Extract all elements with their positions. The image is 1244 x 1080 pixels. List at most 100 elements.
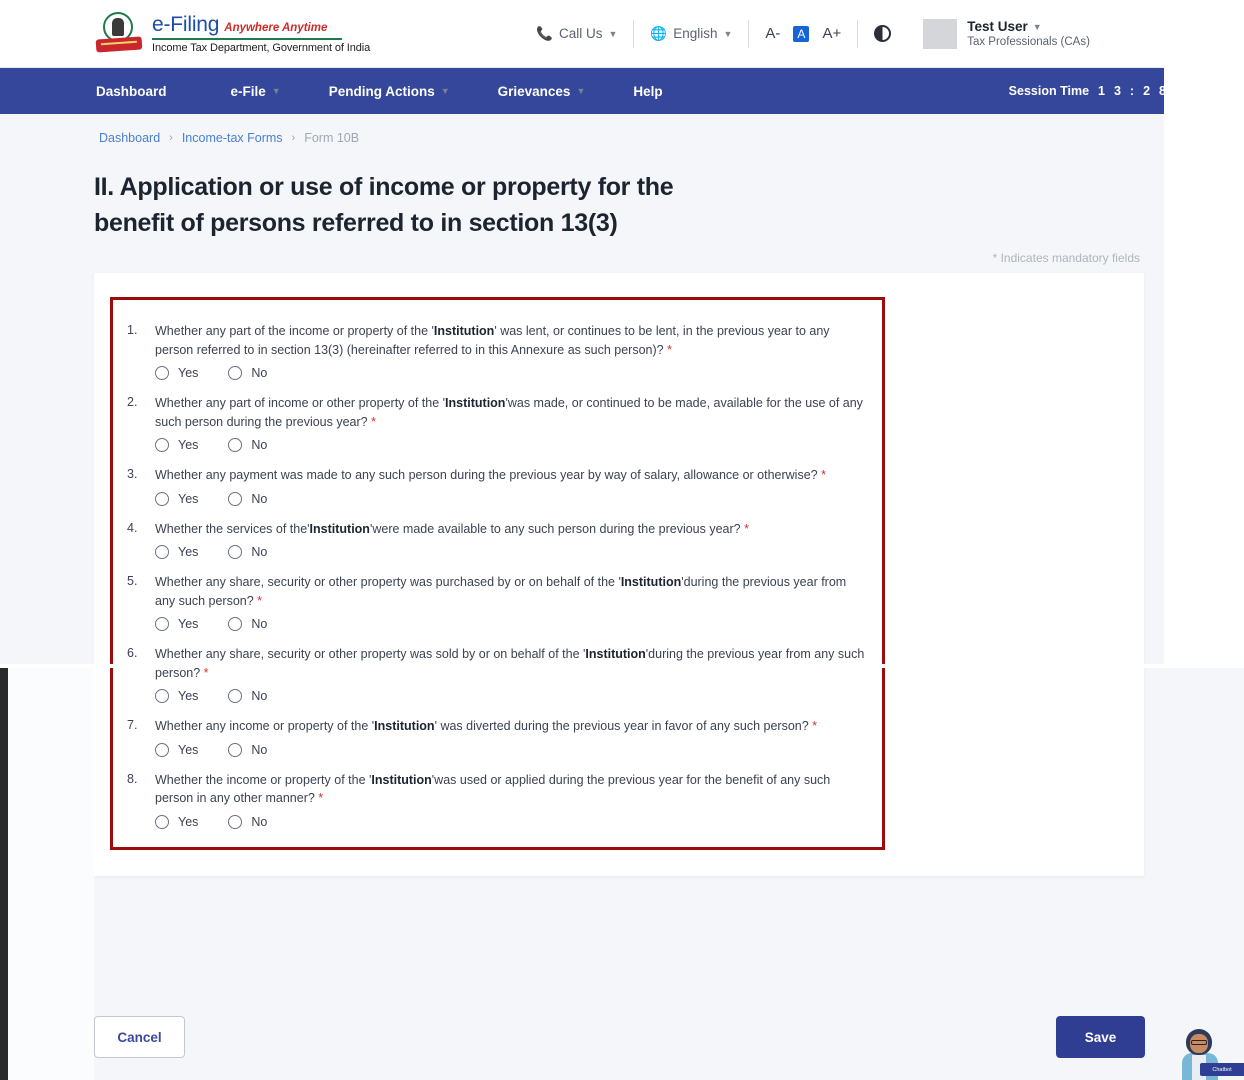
questions-list: 1.Whether any part of the income or prop… bbox=[127, 322, 868, 829]
question-body: Whether any share, security or other pro… bbox=[155, 645, 868, 703]
radio-group: Yes No bbox=[155, 617, 868, 631]
radio-yes-q3[interactable]: Yes bbox=[155, 492, 198, 506]
question-item: 2.Whether any part of income or other pr… bbox=[127, 394, 868, 452]
radio-no-q4[interactable]: No bbox=[228, 545, 267, 559]
viewport-seam bbox=[0, 664, 1244, 668]
nav-item-efile[interactable]: e-File ▼ bbox=[207, 84, 305, 99]
page-root: e-Filing Anywhere Anytime Income Tax Dep… bbox=[0, 0, 1244, 1080]
chatbot-label[interactable]: Chatbot bbox=[1200, 1063, 1244, 1076]
nav-label: Help bbox=[633, 84, 662, 99]
required-marker: * bbox=[744, 522, 749, 536]
user-menu[interactable]: Test User ▼ Tax Professionals (CAs) bbox=[907, 19, 1090, 49]
radio-no-q7[interactable]: No bbox=[228, 743, 267, 757]
chevron-down-icon: ▼ bbox=[441, 86, 450, 96]
nav-label: Pending Actions bbox=[329, 84, 435, 99]
nav-label: Dashboard bbox=[96, 84, 167, 99]
radio-label: Yes bbox=[178, 743, 198, 757]
radio-yes-q7[interactable]: Yes bbox=[155, 743, 198, 757]
radio-circle-icon bbox=[228, 689, 242, 703]
nav-label: Grievances bbox=[498, 84, 571, 99]
call-us-label: Call Us bbox=[559, 26, 603, 41]
chevron-down-icon: ▼ bbox=[576, 86, 585, 96]
chevron-down-icon: ▼ bbox=[724, 29, 733, 39]
cancel-button[interactable]: Cancel bbox=[94, 1016, 185, 1058]
question-item: 3.Whether any payment was made to any su… bbox=[127, 466, 868, 506]
breadcrumb-item-income-tax-forms[interactable]: Income-tax Forms bbox=[182, 131, 283, 145]
radio-group: Yes No bbox=[155, 366, 868, 380]
radio-circle-icon bbox=[228, 545, 242, 559]
radio-circle-icon bbox=[155, 743, 169, 757]
footer-actions: Cancel Save bbox=[0, 992, 1244, 1080]
language-selector[interactable]: 🌐 English ▼ bbox=[634, 26, 748, 42]
font-size-controls: A- A A+ bbox=[749, 25, 857, 42]
question-item: 8.Whether the income or property of the … bbox=[127, 771, 868, 829]
question-body: Whether any part of income or other prop… bbox=[155, 394, 868, 452]
nav-item-help[interactable]: Help bbox=[609, 84, 686, 99]
radio-group: Yes No bbox=[155, 492, 868, 506]
chevron-down-icon: ▼ bbox=[608, 29, 617, 39]
radio-circle-icon bbox=[228, 438, 242, 452]
radio-label: Yes bbox=[178, 492, 198, 506]
nav-item-pending-actions[interactable]: Pending Actions ▼ bbox=[305, 84, 474, 99]
radio-group: Yes No bbox=[155, 438, 868, 452]
font-normal-button[interactable]: A bbox=[793, 26, 809, 42]
page-title: II. Application or use of income or prop… bbox=[94, 169, 754, 241]
radio-no-q3[interactable]: No bbox=[228, 492, 267, 506]
main-navigation: Dashboard e-File ▼ Pending Actions ▼ Gri… bbox=[0, 68, 1244, 114]
question-item: 6.Whether any share, security or other p… bbox=[127, 645, 868, 703]
save-button[interactable]: Save bbox=[1056, 1016, 1145, 1058]
nav-item-dashboard[interactable]: Dashboard bbox=[96, 84, 207, 99]
radio-label: No bbox=[251, 438, 267, 452]
radio-label: Yes bbox=[178, 366, 198, 380]
radio-circle-icon bbox=[228, 366, 242, 380]
breadcrumb-separator-icon: › bbox=[169, 132, 173, 144]
national-emblem-icon bbox=[96, 11, 142, 57]
session-timer: Session Time 1 3 : 2 8 bbox=[1009, 84, 1166, 98]
font-decrease-button[interactable]: A- bbox=[765, 25, 780, 42]
required-marker: * bbox=[667, 343, 672, 357]
chevron-down-icon: ▼ bbox=[1033, 22, 1042, 32]
question-body: Whether any share, security or other pro… bbox=[155, 573, 868, 631]
radio-yes-q5[interactable]: Yes bbox=[155, 617, 198, 631]
call-us-menu[interactable]: 📞 Call Us ▼ bbox=[520, 26, 633, 42]
radio-yes-q1[interactable]: Yes bbox=[155, 366, 198, 380]
required-marker: * bbox=[371, 415, 376, 429]
header-tools: 📞 Call Us ▼ 🌐 English ▼ A- A A+ bbox=[520, 19, 1090, 49]
question-body: Whether the services of the'Institution'… bbox=[155, 520, 868, 560]
breadcrumb-item-dashboard[interactable]: Dashboard bbox=[99, 131, 160, 145]
radio-yes-q2[interactable]: Yes bbox=[155, 438, 198, 452]
question-number: 2. bbox=[127, 394, 155, 452]
radio-label: Yes bbox=[178, 438, 198, 452]
radio-yes-q8[interactable]: Yes bbox=[155, 815, 198, 829]
breadcrumb-separator-icon: › bbox=[292, 132, 296, 144]
radio-label: No bbox=[251, 815, 267, 829]
viewport-edge-left bbox=[0, 668, 8, 1080]
required-marker: * bbox=[318, 791, 323, 805]
brand-tagline: Anywhere Anytime bbox=[224, 22, 327, 34]
radio-no-q2[interactable]: No bbox=[228, 438, 267, 452]
nav-item-grievances[interactable]: Grievances ▼ bbox=[474, 84, 610, 99]
radio-no-q1[interactable]: No bbox=[228, 366, 267, 380]
font-increase-button[interactable]: A+ bbox=[822, 25, 841, 42]
contrast-toggle[interactable] bbox=[858, 25, 907, 42]
brand-logo[interactable]: e-Filing Anywhere Anytime Income Tax Dep… bbox=[96, 11, 370, 57]
question-text: Whether any part of the income or proper… bbox=[155, 322, 868, 359]
required-marker: * bbox=[821, 468, 826, 482]
radio-no-q8[interactable]: No bbox=[228, 815, 267, 829]
radio-no-q6[interactable]: No bbox=[228, 689, 267, 703]
question-body: Whether any income or property of the 'I… bbox=[155, 717, 868, 757]
radio-circle-icon bbox=[155, 815, 169, 829]
question-number: 8. bbox=[127, 771, 155, 829]
radio-no-q5[interactable]: No bbox=[228, 617, 267, 631]
radio-circle-icon bbox=[228, 743, 242, 757]
language-label: English bbox=[673, 26, 717, 41]
radio-yes-q6[interactable]: Yes bbox=[155, 689, 198, 703]
question-body: Whether the income or property of the 'I… bbox=[155, 771, 868, 829]
radio-label: Yes bbox=[178, 617, 198, 631]
question-number: 3. bbox=[127, 466, 155, 506]
question-number: 7. bbox=[127, 717, 155, 757]
user-name: Test User bbox=[967, 19, 1028, 34]
question-item: 1.Whether any part of the income or prop… bbox=[127, 322, 868, 380]
radio-yes-q4[interactable]: Yes bbox=[155, 545, 198, 559]
chatbot-widget[interactable]: Chatbot bbox=[1180, 1025, 1244, 1080]
